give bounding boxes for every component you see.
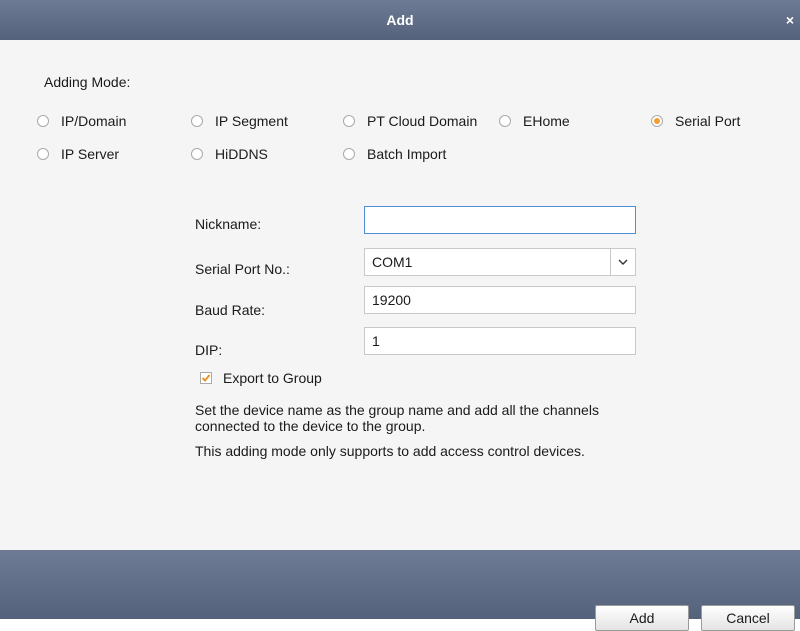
radio-ip-segment[interactable]: IP Segment — [191, 113, 288, 129]
radio-label: PT Cloud Domain — [367, 113, 478, 129]
radio-button-icon[interactable] — [37, 115, 49, 127]
add-button[interactable]: Add — [595, 605, 689, 631]
dialog-title: Add — [386, 12, 414, 28]
radio-label: IP Segment — [215, 113, 288, 129]
close-icon[interactable]: × — [786, 0, 794, 40]
radio-pt-cloud-domain[interactable]: PT Cloud Domain — [343, 113, 477, 129]
export-to-group-checkbox[interactable]: Export to Group — [200, 370, 322, 386]
serial-port-value: COM1 — [372, 254, 413, 270]
cancel-button[interactable]: Cancel — [701, 605, 795, 631]
radio-label: Serial Port — [675, 113, 741, 129]
dialog-content: Adding Mode: IP/Domain IP Segment PT Clo… — [0, 40, 800, 550]
radio-ip-server[interactable]: IP Server — [37, 146, 119, 162]
group-note-line2: connected to the device to the group. — [195, 418, 426, 434]
radio-label: EHome — [523, 113, 570, 129]
dialog-footer: Add Cancel — [0, 550, 800, 631]
radio-ehome[interactable]: EHome — [499, 113, 570, 129]
nickname-label: Nickname: — [195, 216, 262, 232]
radio-label: HiDDNS — [215, 146, 268, 162]
chevron-down-icon[interactable] — [610, 249, 635, 275]
radio-button-icon[interactable] — [343, 148, 355, 160]
radio-button-selected-icon[interactable] — [651, 115, 663, 127]
radio-hiddns[interactable]: HiDDNS — [191, 146, 268, 162]
radio-serial-port[interactable]: Serial Port — [651, 113, 740, 129]
dip-label: DIP: — [195, 342, 223, 358]
radio-button-icon[interactable] — [343, 115, 355, 127]
radio-button-icon[interactable] — [191, 148, 203, 160]
radio-label: IP/Domain — [61, 113, 127, 129]
group-note-line1: Set the device name as the group name an… — [195, 402, 599, 418]
export-to-group-label: Export to Group — [223, 370, 322, 386]
nickname-input[interactable] — [364, 206, 636, 234]
radio-button-icon[interactable] — [191, 115, 203, 127]
serial-port-select[interactable]: COM1 — [364, 248, 636, 276]
dialog-titlebar: Add × — [0, 0, 800, 40]
radio-label: IP Server — [61, 146, 120, 162]
radio-ip-domain[interactable]: IP/Domain — [37, 113, 126, 129]
radio-batch-import[interactable]: Batch Import — [343, 146, 446, 162]
dip-input[interactable] — [364, 327, 636, 355]
serial-port-label: Serial Port No.: — [195, 261, 290, 277]
baud-rate-label: Baud Rate: — [195, 302, 266, 318]
radio-button-icon[interactable] — [37, 148, 49, 160]
checkbox-checked-icon[interactable] — [200, 372, 212, 384]
radio-label: Batch Import — [367, 146, 447, 162]
radio-button-icon[interactable] — [499, 115, 511, 127]
support-note: This adding mode only supports to add ac… — [195, 443, 585, 459]
adding-mode-label: Adding Mode: — [44, 74, 131, 90]
baud-rate-input[interactable] — [364, 286, 636, 314]
